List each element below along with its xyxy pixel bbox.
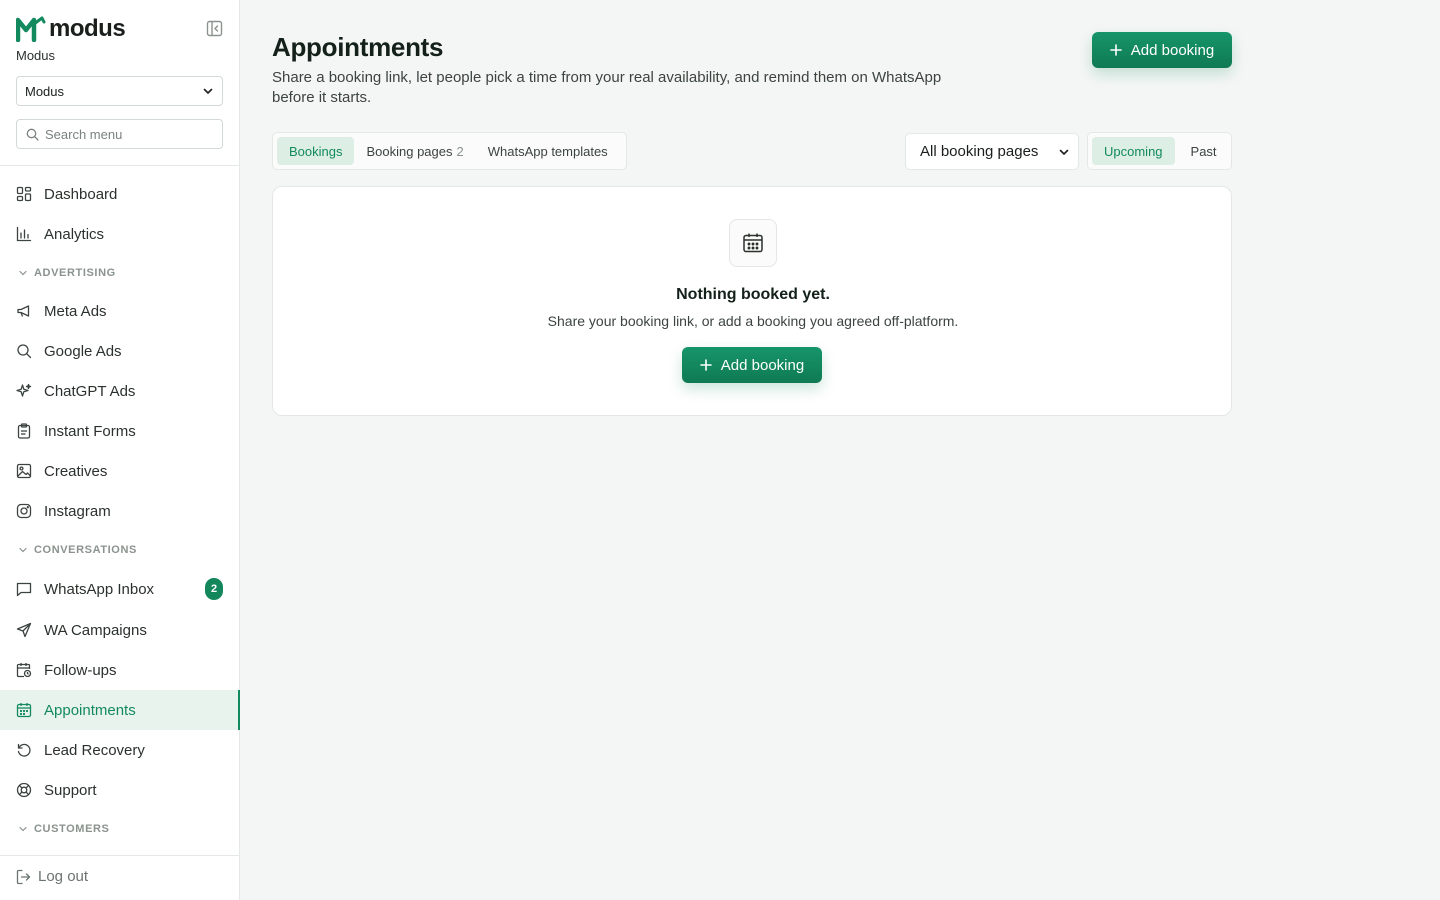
sidebar-item-follow-ups[interactable]: Follow-ups bbox=[0, 650, 239, 690]
life-buoy-icon bbox=[16, 782, 32, 798]
sidebar-item-label: ChatGPT Ads bbox=[44, 382, 136, 400]
sidebar-item-label: Creatives bbox=[44, 462, 108, 480]
unread-badge: 2 bbox=[205, 578, 223, 600]
toggle-upcoming[interactable]: Upcoming bbox=[1092, 137, 1175, 165]
collapse-sidebar-icon[interactable] bbox=[206, 20, 223, 37]
sidebar-item-label: Instant Forms bbox=[44, 422, 136, 440]
sidebar-item-dashboard[interactable]: Dashboard bbox=[0, 174, 239, 214]
plus-icon bbox=[699, 359, 712, 371]
bookings-empty-state: Nothing booked yet. Share your booking l… bbox=[272, 186, 1232, 416]
chevron-down-icon bbox=[203, 88, 213, 95]
logout-button[interactable]: Log out bbox=[16, 868, 88, 885]
empty-add-booking-button[interactable]: Add booking bbox=[682, 347, 822, 383]
sidebar-item-meta-ads[interactable]: Meta Ads bbox=[0, 291, 239, 331]
brand-wordmark: modus bbox=[49, 15, 126, 42]
add-booking-label: Add booking bbox=[720, 356, 805, 374]
calendar-icon bbox=[16, 702, 32, 718]
sidebar-item-creatives[interactable]: Creatives bbox=[0, 451, 239, 491]
calendar-clock-icon bbox=[16, 662, 32, 678]
main-content: Appointments Share a booking link, let p… bbox=[240, 0, 1440, 900]
search-menu[interactable] bbox=[16, 119, 223, 149]
log-out-icon bbox=[16, 869, 32, 885]
brand[interactable]: modus bbox=[16, 15, 126, 42]
sidebar-item-lead-recovery[interactable]: Lead Recovery bbox=[0, 730, 239, 770]
add-booking-button[interactable]: Add booking bbox=[1092, 32, 1232, 68]
chevron-down-icon bbox=[19, 547, 27, 552]
bar-chart-icon bbox=[16, 226, 32, 242]
section-conversations[interactable]: CONVERSATIONS bbox=[0, 531, 239, 568]
org-select-value: Modus bbox=[25, 83, 65, 99]
sidebar-divider bbox=[0, 855, 239, 856]
rotate-ccw-icon bbox=[16, 742, 32, 758]
sidebar-item-label: WhatsApp Inbox bbox=[44, 580, 155, 598]
sidebar-item-label: Follow-ups bbox=[44, 661, 117, 679]
tab-whatsapp-templates[interactable]: WhatsApp templates bbox=[476, 137, 620, 165]
tab-bookings[interactable]: Bookings bbox=[277, 137, 355, 165]
booking-pages-select[interactable]: All booking pages bbox=[905, 133, 1079, 170]
sidebar-item-appointments[interactable]: Appointments bbox=[0, 690, 240, 730]
sidebar-divider bbox=[0, 165, 239, 166]
search-icon bbox=[26, 128, 39, 141]
section-label: CONVERSATIONS bbox=[34, 543, 137, 556]
plus-icon bbox=[1109, 44, 1122, 56]
sidebar-item-label: Analytics bbox=[44, 225, 105, 243]
sidebar-item-label: Instagram bbox=[44, 502, 111, 520]
toggle-past[interactable]: Past bbox=[1175, 137, 1233, 165]
sidebar-item-label: Google Ads bbox=[44, 342, 122, 360]
section-label: CUSTOMERS bbox=[34, 822, 110, 835]
sidebar-item-chatgpt-ads[interactable]: ChatGPT Ads bbox=[0, 371, 239, 411]
send-icon bbox=[16, 622, 32, 638]
sidebar-item-whatsapp-inbox[interactable]: WhatsApp Inbox 2 bbox=[0, 568, 239, 610]
logout-label: Log out bbox=[38, 868, 89, 885]
modus-logo-icon bbox=[16, 16, 46, 42]
sidebar-item-support[interactable]: Support bbox=[0, 770, 239, 810]
search-input[interactable] bbox=[45, 126, 205, 142]
sidebar-item-label: Appointments bbox=[44, 701, 136, 719]
appointments-tabs: Bookings Booking pages 2 WhatsApp templa… bbox=[272, 132, 627, 170]
instagram-icon bbox=[16, 503, 32, 519]
sidebar-item-label: Lead Recovery bbox=[44, 741, 145, 759]
time-filter-toggle: Upcoming Past bbox=[1087, 132, 1232, 170]
section-advertising[interactable]: ADVERTISING bbox=[0, 254, 239, 291]
megaphone-icon bbox=[16, 303, 32, 319]
add-booking-label: Add booking bbox=[1130, 41, 1215, 59]
calendar-icon bbox=[729, 219, 777, 267]
chevron-down-icon bbox=[19, 826, 27, 831]
sidebar-item-label: Meta Ads bbox=[44, 302, 107, 320]
empty-state-subtitle: Share your booking link, or add a bookin… bbox=[547, 313, 959, 329]
dashboard-icon bbox=[16, 186, 32, 202]
clipboard-icon bbox=[16, 423, 32, 439]
sidebar-nav: Dashboard Analytics ADVERTISING Meta Ads… bbox=[0, 174, 240, 847]
search-icon bbox=[16, 343, 32, 359]
sidebar-item-label: Support bbox=[44, 781, 97, 799]
sidebar-item-instant-forms[interactable]: Instant Forms bbox=[0, 411, 239, 451]
tab-label: Booking pages bbox=[366, 143, 453, 159]
chevron-down-icon bbox=[1059, 149, 1069, 155]
chevron-down-icon bbox=[19, 270, 27, 275]
sidebar-item-google-ads[interactable]: Google Ads bbox=[0, 331, 239, 371]
empty-state-title: Nothing booked yet. bbox=[676, 286, 830, 303]
chat-bubble-icon bbox=[16, 581, 32, 597]
sidebar-item-wa-campaigns[interactable]: WA Campaigns bbox=[0, 610, 239, 650]
tab-booking-pages[interactable]: Booking pages 2 bbox=[354, 137, 475, 165]
section-label: ADVERTISING bbox=[34, 266, 116, 279]
booking-pages-select-value: All booking pages bbox=[920, 143, 1039, 160]
org-name: Modus bbox=[16, 48, 56, 63]
section-customers[interactable]: CUSTOMERS bbox=[0, 810, 239, 847]
page-subtitle: Share a booking link, let people pick a … bbox=[272, 69, 942, 106]
sidebar-item-label: Dashboard bbox=[44, 185, 118, 203]
tab-count: 2 bbox=[456, 143, 464, 159]
image-icon bbox=[16, 463, 32, 479]
sidebar: modus Modus Modus Dashboard Analytics AD… bbox=[0, 0, 240, 900]
page-title: Appointments bbox=[272, 32, 444, 62]
sidebar-item-instagram[interactable]: Instagram bbox=[0, 491, 239, 531]
sidebar-item-analytics[interactable]: Analytics bbox=[0, 214, 239, 254]
sidebar-item-label: WA Campaigns bbox=[44, 621, 147, 639]
org-select[interactable]: Modus bbox=[16, 76, 223, 106]
sparkles-icon bbox=[16, 383, 32, 399]
